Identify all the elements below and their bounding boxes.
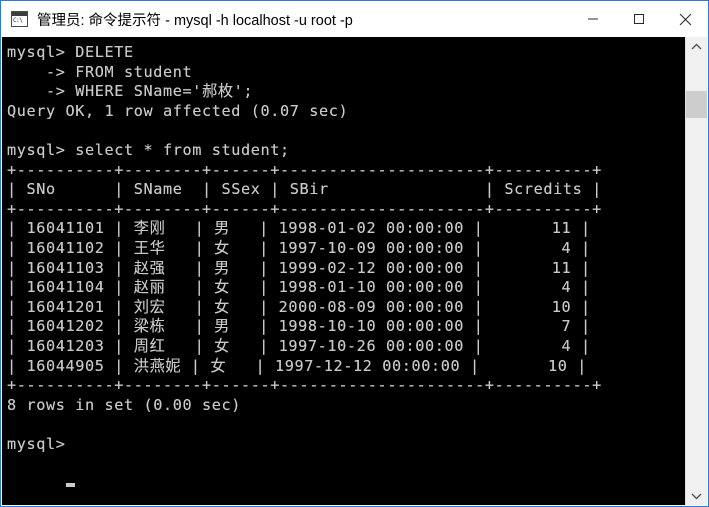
chevron-down-icon [691, 493, 702, 499]
icon-prompt-text: C:\ [13, 17, 23, 24]
maximize-button[interactable] [616, 1, 662, 37]
close-icon [679, 13, 691, 25]
scrollbar-thumb[interactable] [686, 91, 707, 118]
title-bar[interactable]: C:\ 管理员: 命令提示符 - mysql -h localhost -u r… [1, 1, 708, 37]
maximize-icon [634, 14, 644, 24]
window-controls [570, 1, 708, 37]
close-button[interactable] [662, 1, 708, 37]
console-window: C:\ 管理员: 命令提示符 - mysql -h localhost -u r… [0, 0, 709, 507]
console-output-area[interactable]: mysql> DELETE -> FROM student -> WHERE S… [2, 37, 686, 505]
icon-titlebar-strip [12, 12, 27, 16]
scroll-up-button[interactable] [686, 37, 707, 55]
minimize-button[interactable] [570, 1, 616, 37]
minimize-icon [588, 18, 598, 20]
window-title: 管理员: 命令提示符 - mysql -h localhost -u root … [37, 12, 353, 29]
vertical-scrollbar[interactable] [685, 37, 707, 505]
chevron-up-icon [691, 43, 702, 49]
scrollbar-track[interactable] [686, 55, 707, 487]
console-window-icon: C:\ [11, 11, 28, 27]
console-text: mysql> DELETE -> FROM student -> WHERE S… [7, 43, 602, 453]
text-cursor [66, 483, 75, 487]
scroll-down-button[interactable] [686, 487, 707, 505]
